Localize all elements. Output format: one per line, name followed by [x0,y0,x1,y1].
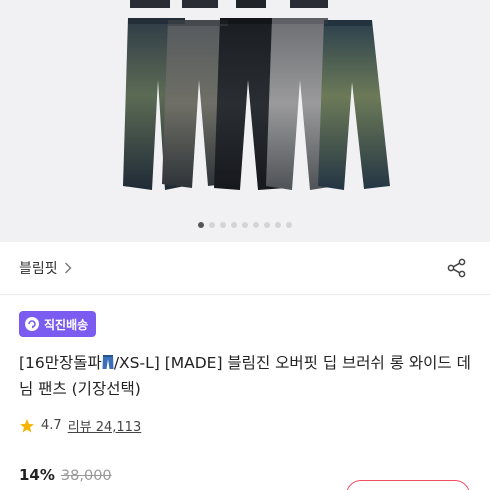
product-image-gallery[interactable] [0,0,490,242]
original-price: 38,000 [60,468,112,484]
gallery-dot[interactable] [286,222,292,228]
badge-label: 직진배송 [44,317,89,332]
gallery-dot[interactable] [209,222,215,228]
coupon-button[interactable] [346,480,470,490]
reviews-link[interactable]: 리뷰 24,113 [68,416,142,435]
gallery-dot[interactable] [220,222,226,228]
direct-shipping-badge: 직진배송 [19,311,97,337]
store-link[interactable]: 블림핏 [19,258,72,278]
jeans-product-photo [123,0,390,190]
store-name: 블림핏 [19,261,58,277]
divider [0,294,490,295]
jeans-emoji-icon [102,355,114,369]
star-icon [20,418,34,432]
gallery-dot[interactable] [275,222,281,228]
rating-row: 4.7 리뷰 24,113 [19,416,141,435]
rating-score: 4.7 [41,418,62,433]
price-row: 14% 38,000 [19,466,112,484]
gallery-dot[interactable] [253,222,259,228]
share-icon[interactable] [446,257,468,279]
gallery-dot[interactable] [231,222,237,228]
gallery-dot[interactable] [264,222,270,228]
gallery-pagination-dots[interactable] [0,222,490,228]
discount-rate: 14% [19,466,55,484]
gallery-dot[interactable] [242,222,248,228]
chevron-right-icon [64,262,72,274]
store-row: 블림핏 [0,252,490,284]
arrow-return-icon [25,317,39,331]
gallery-dot[interactable] [198,222,204,228]
title-part1: [16만장돌파 [19,354,102,372]
product-title: [16만장돌파/XS-L] [MADE] 블림진 오버핏 딥 브러쉬 롱 와이드… [19,350,475,402]
